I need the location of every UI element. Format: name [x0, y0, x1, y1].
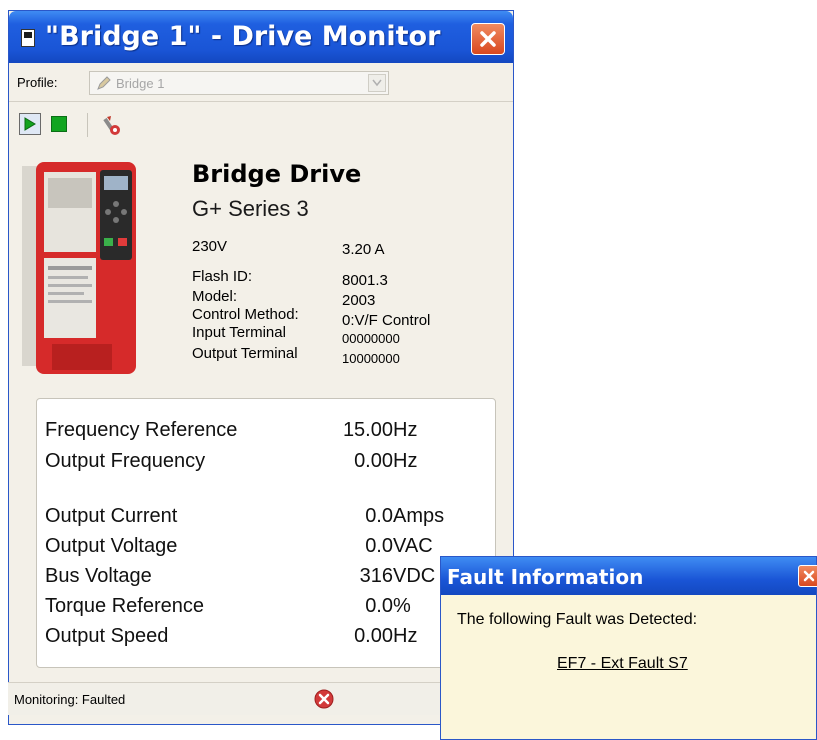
spec-value: 2003	[342, 292, 376, 309]
play-icon	[24, 117, 36, 131]
status-bar: Monitoring: Faulted	[8, 682, 512, 715]
chevron-down-icon	[372, 79, 382, 87]
stop-monitor-button[interactable]	[51, 116, 67, 132]
reading-unit: VDC	[393, 565, 436, 587]
spec-label: Input Terminal	[192, 324, 286, 341]
reading-label: Torque Reference	[45, 595, 204, 617]
app-icon	[21, 29, 35, 47]
spec-label: Output Terminal	[192, 345, 298, 362]
spec-label: Flash ID:	[192, 268, 253, 285]
fault-title-bar[interactable]: Fault Information	[441, 557, 817, 595]
spec-label: Control Method:	[192, 306, 299, 323]
tool-icon	[103, 116, 120, 135]
drive-series: G+ Series 3	[192, 196, 309, 221]
close-icon	[480, 31, 496, 47]
toolbar-separator	[87, 113, 88, 137]
spec-value: 8001.3	[342, 272, 388, 289]
reading-value: 0.0	[365, 505, 393, 527]
reading-label: Output Speed	[45, 625, 169, 647]
reading-value: 0.00	[354, 450, 393, 472]
reading-unit: VAC	[393, 535, 433, 557]
toolbar	[9, 103, 513, 143]
reading-label: Bus Voltage	[45, 565, 152, 587]
drive-voltage: 230V	[192, 238, 228, 255]
window-title: "Bridge 1" - Drive Monitor	[45, 21, 441, 52]
spec-value: 10000000	[342, 351, 400, 366]
reading-unit: Amps	[393, 505, 445, 527]
close-icon	[803, 570, 815, 582]
error-icon	[314, 689, 334, 709]
fault-dialog-title: Fault Information	[447, 565, 644, 589]
reading-value: 0.0	[365, 595, 393, 617]
reading-unit: Hz	[393, 450, 418, 472]
status-text: Monitoring: Faulted	[14, 692, 126, 707]
profile-value: Bridge 1	[116, 76, 165, 91]
reading-label: Output Frequency	[45, 450, 206, 472]
pencil-icon	[97, 76, 111, 90]
profile-select[interactable]: Bridge 1	[89, 71, 389, 95]
fault-message: The following Fault was Detected:	[457, 611, 698, 628]
fault-link[interactable]: EF7 - Ext Fault S7	[557, 655, 688, 673]
fault-dialog: Fault Information The following Fault wa…	[440, 556, 817, 740]
profile-label: Profile:	[17, 75, 58, 90]
readings-panel: Frequency Reference 15.00 Hz Output Freq…	[36, 398, 496, 668]
drive-image	[22, 162, 136, 374]
reading-value: 15.00	[342, 419, 393, 441]
drive-current: 3.20 A	[342, 241, 385, 258]
start-monitor-button[interactable]	[19, 113, 41, 135]
fault-close-button[interactable]	[798, 565, 817, 587]
title-bar[interactable]: "Bridge 1" - Drive Monitor	[9, 11, 513, 63]
drive-name: Bridge Drive	[192, 160, 362, 188]
spec-value: 0:V/F Control	[342, 312, 431, 329]
settings-tool-button[interactable]	[101, 113, 123, 135]
reading-value: 0.00	[354, 625, 393, 647]
spec-label: Model:	[192, 288, 238, 305]
reading-label: Output Current	[45, 505, 178, 527]
reading-unit: Hz	[393, 625, 418, 647]
reading-value: 0.0	[365, 535, 393, 557]
reading-unit: Hz	[393, 419, 418, 441]
close-button[interactable]	[471, 23, 505, 55]
reading-label: Frequency Reference	[45, 419, 238, 441]
profile-row: Profile: Bridge 1	[9, 65, 513, 102]
reading-label: Output Voltage	[45, 535, 178, 557]
profile-dropdown-button[interactable]	[368, 74, 386, 92]
reading-unit: %	[393, 595, 411, 617]
reading-value: 316	[359, 565, 393, 587]
spec-value: 00000000	[342, 331, 400, 346]
